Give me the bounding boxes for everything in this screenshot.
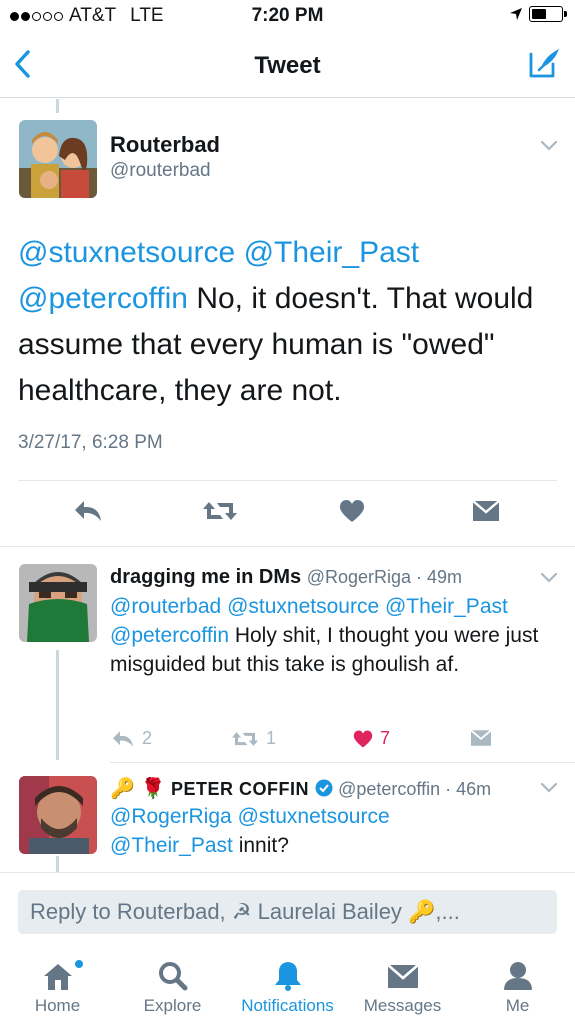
new-content-dot [75, 960, 83, 968]
divider [0, 546, 575, 547]
page-title: Tweet [254, 52, 321, 79]
tab-explore[interactable]: Explore [115, 960, 230, 1016]
envelope-icon[interactable] [471, 498, 501, 524]
tab-notifications[interactable]: Notifications [230, 960, 345, 1016]
tab-label: Messages [363, 996, 442, 1015]
divider [18, 480, 557, 481]
tab-home[interactable]: Home [0, 960, 115, 1016]
battery-icon [529, 6, 567, 22]
tab-label: Home [34, 996, 81, 1015]
key-emoji-icon: 🔑 [110, 778, 135, 800]
reply-button[interactable]: 2 [110, 728, 152, 749]
mention-link[interactable]: @stuxnetsource [238, 805, 390, 828]
reply-composer: Reply to Routerbad, ☭ Laurelai Bailey 🔑,… [0, 872, 575, 948]
avatar[interactable] [19, 776, 97, 854]
chevron-down-icon[interactable] [540, 572, 558, 584]
tab-label: Explore [143, 996, 202, 1015]
rose-emoji-icon: 🌹 [140, 778, 166, 800]
nav-bar: Tweet [0, 32, 575, 98]
mention-link[interactable]: @petercoffin [110, 624, 229, 647]
envelope-icon[interactable] [469, 728, 493, 748]
author-name[interactable]: Routerbad [110, 132, 220, 158]
thread-line [56, 650, 59, 760]
heart-icon [353, 730, 373, 747]
mention-link[interactable]: @Their_Past [110, 834, 233, 857]
mention-link[interactable]: @Their_Past [244, 236, 420, 269]
reply-header: dragging me in DMs @RogerRiga · 49m [110, 566, 463, 588]
author-name[interactable]: dragging me in DMs [110, 566, 301, 588]
avatar[interactable] [19, 120, 97, 198]
retweet-icon [231, 731, 259, 746]
author-name[interactable]: PETER COFFIN [171, 779, 309, 799]
reply-icon[interactable] [72, 498, 104, 524]
retweet-icon[interactable] [201, 498, 239, 524]
mention-link[interactable]: @stuxnetsource [227, 595, 379, 618]
like-button[interactable]: 7 [352, 728, 390, 749]
envelope-icon [386, 964, 419, 988]
reply-input[interactable]: Reply to Routerbad, ☭ Laurelai Bailey 🔑,… [18, 890, 557, 934]
home-icon [43, 964, 72, 990]
chevron-down-icon[interactable] [540, 782, 558, 794]
tweet-timestamp: 3/27/17, 6:28 PM [18, 432, 163, 453]
location-arrow-icon [510, 8, 522, 20]
tweet-text-body: assume that every human is "owed" health… [18, 328, 495, 407]
divider [110, 762, 575, 763]
chevron-down-icon[interactable] [540, 140, 558, 152]
mention-link[interactable]: @Their_Past [385, 595, 508, 618]
verified-badge-icon [315, 779, 333, 797]
author-handle[interactable]: @routerbad [110, 160, 211, 182]
tweet-text: @routerbad @stuxnetsource @Their_Past @p… [110, 592, 560, 679]
mention-link[interactable]: @routerbad [110, 595, 221, 618]
avatar[interactable] [19, 564, 97, 642]
bell-icon [274, 962, 301, 991]
retweet-count: 1 [266, 728, 277, 748]
like-icon[interactable] [338, 498, 366, 524]
tab-bar: Home Explore Notifications Messages Me [0, 948, 575, 1024]
author-handle[interactable]: @petercoffin [338, 779, 440, 799]
tab-messages[interactable]: Messages [345, 960, 460, 1016]
search-icon [158, 962, 187, 991]
thread-line [56, 99, 59, 113]
retweet-button[interactable]: 1 [230, 728, 276, 749]
tweet-text: @RogerRiga @stuxnetsource @Their_Past in… [110, 802, 560, 860]
reply-header: 🔑 🌹 PETER COFFIN @petercoffin · 46m [110, 778, 492, 800]
tweet-text-body: innit? [232, 834, 289, 857]
tweet-age: 46m [456, 779, 492, 799]
tweet-text-body: No, it doesn't. That would [188, 282, 534, 315]
mention-link[interactable]: @petercoffin [18, 282, 188, 315]
tab-label: Notifications [241, 996, 334, 1015]
reply-icon [113, 730, 133, 747]
mention-link[interactable]: @RogerRiga [110, 805, 232, 828]
person-icon [503, 962, 532, 990]
like-count: 7 [380, 728, 391, 748]
tweet-text: @stuxnetsource @Their_Past @petercoffin … [18, 230, 558, 414]
author-handle[interactable]: @RogerRiga [307, 567, 411, 587]
status-bar: AT&T LTE 7:20 PM [0, 0, 575, 32]
mention-link[interactable]: @stuxnetsource [18, 236, 235, 269]
tab-label: Me [505, 996, 530, 1015]
tab-me[interactable]: Me [460, 960, 575, 1016]
compose-tweet-icon[interactable] [527, 46, 561, 80]
reply-count: 2 [142, 728, 153, 748]
tweet-age: 49m [427, 567, 463, 587]
thread-line [56, 856, 59, 872]
status-time: 7:20 PM [251, 5, 324, 26]
